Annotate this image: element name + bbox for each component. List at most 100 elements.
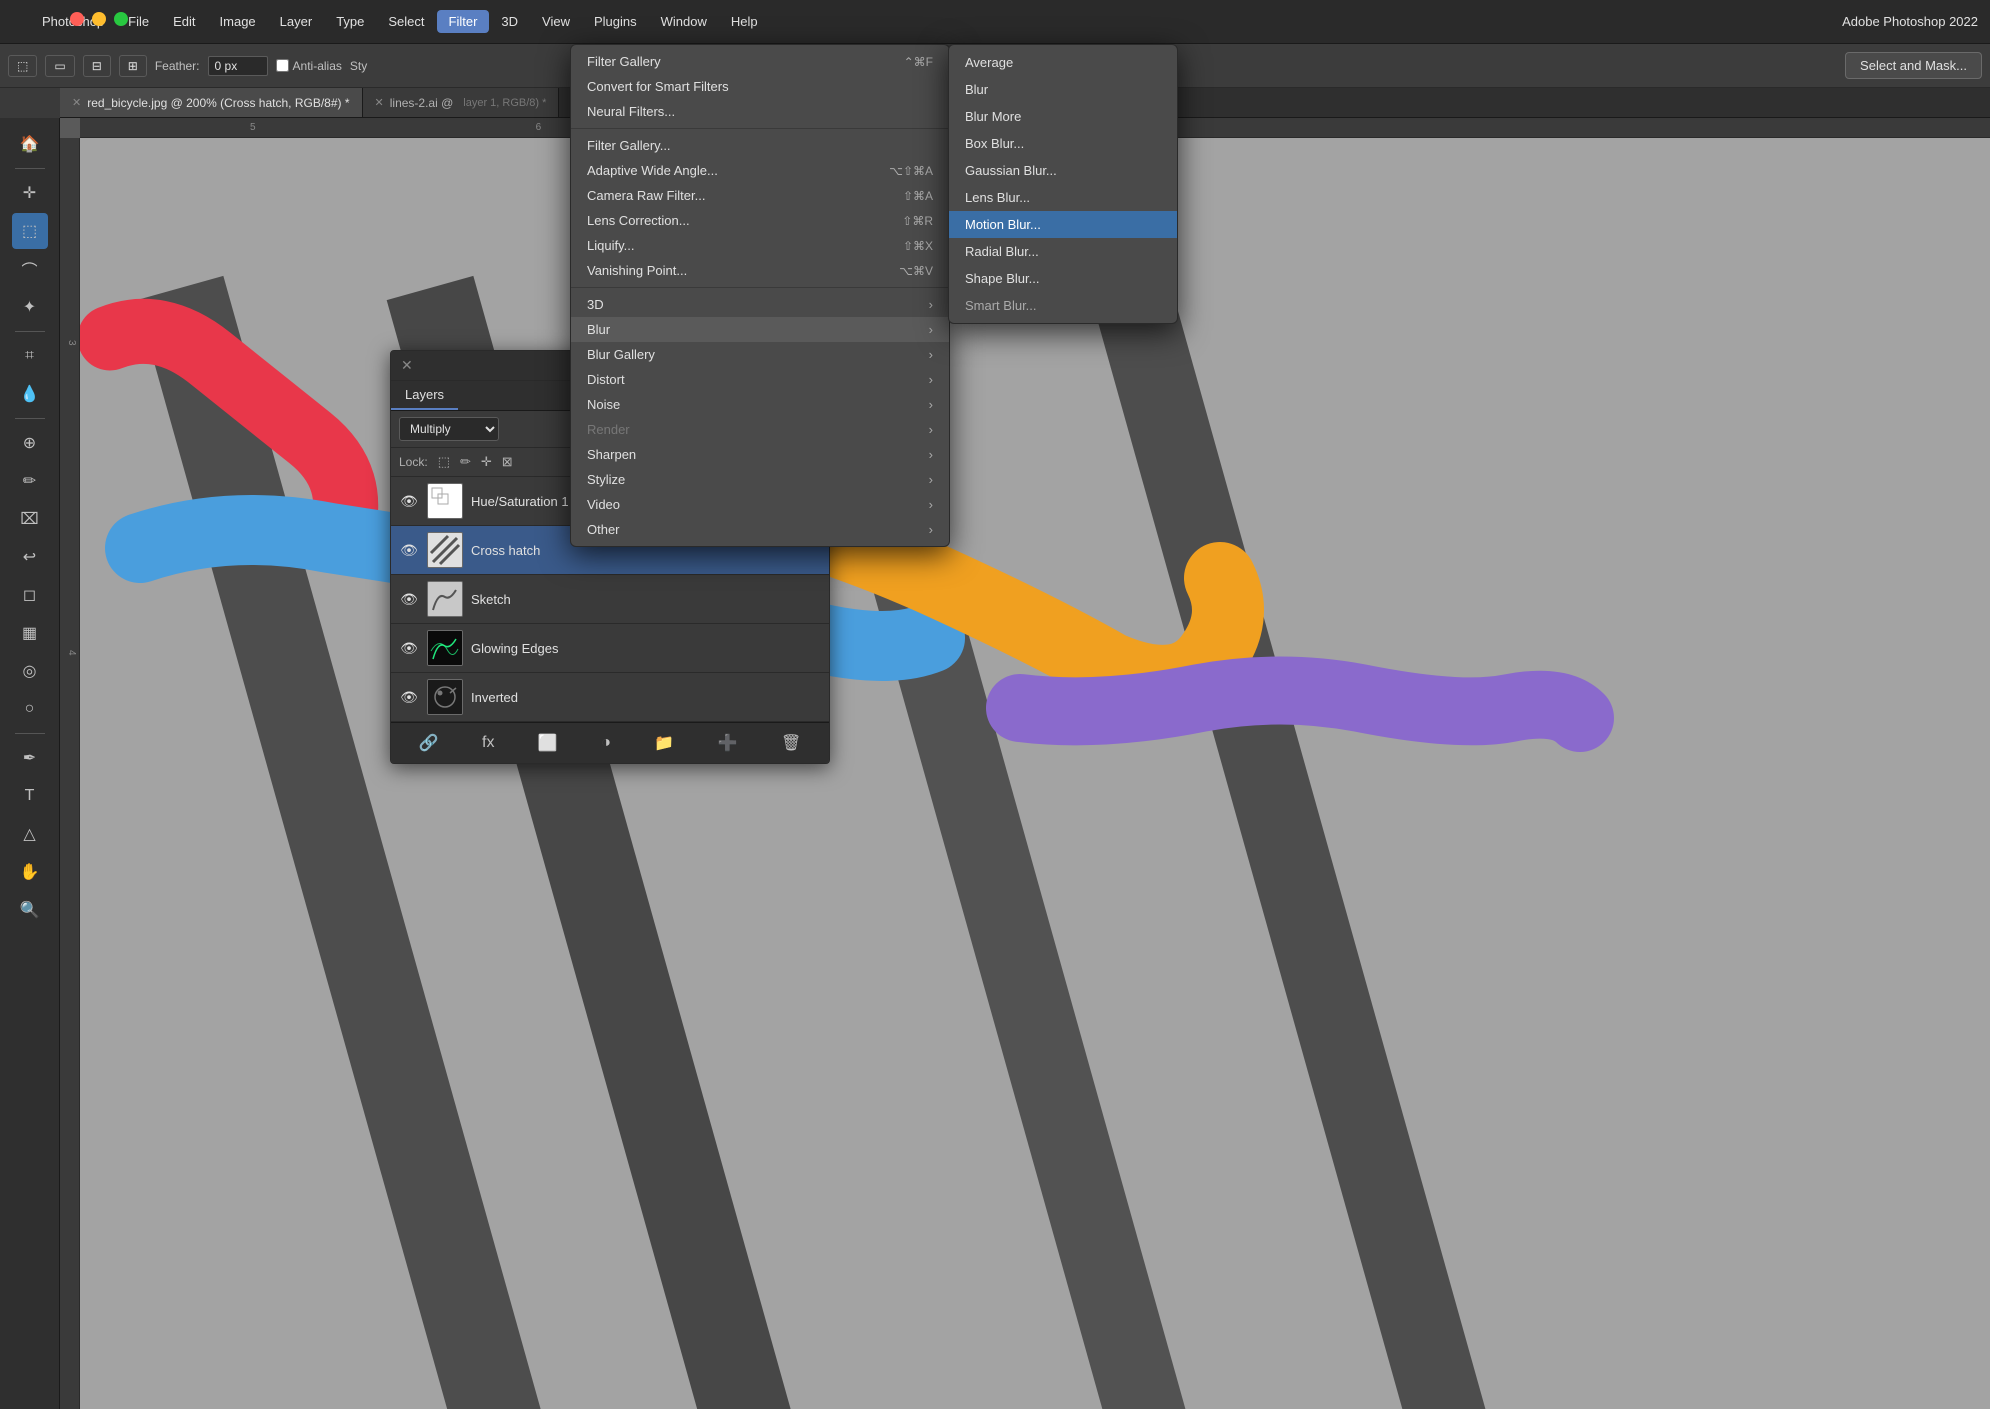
filter-menu-item-camera-raw[interactable]: Camera Raw Filter... ⇧⌘A xyxy=(571,183,949,208)
layers-close-button[interactable]: ✕ xyxy=(401,357,413,374)
filter-menu-item-liquify[interactable]: Liquify... ⇧⌘X xyxy=(571,233,949,258)
new-layer-button[interactable]: ➕ xyxy=(714,729,742,757)
blur-submenu-average[interactable]: Average xyxy=(949,49,1177,76)
menu-layer[interactable]: Layer xyxy=(268,10,325,33)
healing-tool[interactable]: ⊕ xyxy=(12,425,48,461)
blur-tool[interactable]: ◎ xyxy=(12,653,48,689)
blur-submenu-shape[interactable]: Shape Blur... xyxy=(949,265,1177,292)
layer-item-glowing-edges[interactable]: 👁 Glowing Edges xyxy=(391,624,829,673)
filter-menu-item-other[interactable]: Other › xyxy=(571,517,949,542)
adjustment-button[interactable]: ◑ xyxy=(597,730,615,756)
maximize-button[interactable] xyxy=(114,12,128,26)
blur-submenu-motion[interactable]: Motion Blur... xyxy=(949,211,1177,238)
lock-position-icon[interactable]: ✛ xyxy=(481,454,492,470)
mask-button[interactable]: ⬜ xyxy=(534,729,562,757)
filter-menu-item-distort[interactable]: Distort › xyxy=(571,367,949,392)
feather-input[interactable] xyxy=(208,56,268,76)
menu-help[interactable]: Help xyxy=(719,10,770,33)
menu-edit[interactable]: Edit xyxy=(161,10,207,33)
tab-lines[interactable]: ✕ lines-2.ai @ layer 1, RGB/8) * xyxy=(363,88,560,117)
layer-visibility-inverted[interactable]: 👁 xyxy=(399,689,419,706)
filter-menu-item-adaptive-wide[interactable]: Adaptive Wide Angle... ⌥⇧⌘A xyxy=(571,158,949,183)
left-toolbar: 🏠 ✛ ⬚ ⌒ ✦ ⌗ 💧 ⊕ ✏ ⌧ ↩ ◻ ▦ ◎ ○ ✒ T △ ✋ 🔍 xyxy=(0,118,60,1409)
filter-menu-item-filter-gallery[interactable]: Filter Gallery... xyxy=(571,133,949,158)
blend-mode-select[interactable]: Multiply xyxy=(399,417,499,441)
pen-tool[interactable]: ✒ xyxy=(12,740,48,776)
history-brush[interactable]: ↩ xyxy=(12,539,48,575)
hand-tool[interactable]: ✋ xyxy=(12,854,48,890)
brush-tool[interactable]: ✏ xyxy=(12,463,48,499)
tab-close-1[interactable]: ✕ xyxy=(72,96,81,109)
delete-layer-button[interactable]: 🗑 xyxy=(777,729,805,757)
layer-visibility-glowing-edges[interactable]: 👁 xyxy=(399,640,419,657)
layer-visibility-cross-hatch[interactable]: 👁 xyxy=(399,542,419,559)
home-tool[interactable]: 🏠 xyxy=(12,126,48,162)
blur-submenu-blur-more[interactable]: Blur More xyxy=(949,103,1177,130)
menu-plugins[interactable]: Plugins xyxy=(582,10,649,33)
clone-tool[interactable]: ⌧ xyxy=(12,501,48,537)
filter-menu-item-render[interactable]: Render › xyxy=(571,417,949,442)
blur-submenu-gaussian[interactable]: Gaussian Blur... xyxy=(949,157,1177,184)
select-mask-button[interactable]: Select and Mask... xyxy=(1845,52,1982,79)
blur-submenu-box-blur[interactable]: Box Blur... xyxy=(949,130,1177,157)
filter-menu-item-blur-gallery[interactable]: Blur Gallery › xyxy=(571,342,949,367)
blur-submenu-smart[interactable]: Smart Blur... xyxy=(949,292,1177,319)
shape-tool[interactable]: △ xyxy=(12,816,48,852)
lasso-tool[interactable]: ⌒ xyxy=(12,251,48,287)
filter-menu-item-blur[interactable]: Blur › xyxy=(571,317,949,342)
fx-button[interactable]: fx xyxy=(478,730,498,756)
eraser-tool[interactable]: ◻ xyxy=(12,577,48,613)
menu-3d[interactable]: 3D xyxy=(489,10,530,33)
menu-window[interactable]: Window xyxy=(649,10,719,33)
layers-tab-layers[interactable]: Layers xyxy=(391,381,458,410)
tool-intersect-btn[interactable]: ⊞ xyxy=(119,55,147,77)
minimize-button[interactable] xyxy=(92,12,106,26)
menu-filter[interactable]: Filter xyxy=(437,10,490,33)
blur-submenu-radial[interactable]: Radial Blur... xyxy=(949,238,1177,265)
layer-name-glowing-edges: Glowing Edges xyxy=(471,641,558,656)
crop-tool[interactable]: ⌗ xyxy=(12,338,48,374)
filter-menu-item-convert-smart[interactable]: Convert for Smart Filters xyxy=(571,74,949,99)
layer-item-inverted[interactable]: 👁 Inverted xyxy=(391,673,829,722)
menu-type[interactable]: Type xyxy=(324,10,376,33)
move-tool[interactable]: ✛ xyxy=(12,175,48,211)
anti-alias-checkbox[interactable] xyxy=(276,59,289,72)
filter-menu-item-video[interactable]: Video › xyxy=(571,492,949,517)
tool-shape-btn[interactable]: ⬚ xyxy=(8,55,37,77)
filter-menu-item-lens-correction[interactable]: Lens Correction... ⇧⌘R xyxy=(571,208,949,233)
eyedropper-tool[interactable]: 💧 xyxy=(12,376,48,412)
filter-menu-item-3d[interactable]: 3D › xyxy=(571,292,949,317)
filter-menu-item-noise[interactable]: Noise › xyxy=(571,392,949,417)
gradient-tool[interactable]: ▦ xyxy=(12,615,48,651)
blur-submenu-blur[interactable]: Blur xyxy=(949,76,1177,103)
filter-menu-item-sharpen[interactable]: Sharpen › xyxy=(571,442,949,467)
link-layers-button[interactable]: 🔗 xyxy=(415,729,443,757)
dodge-tool[interactable]: ○ xyxy=(12,691,48,727)
zoom-tool[interactable]: 🔍 xyxy=(12,892,48,928)
radial-blur-label: Radial Blur... xyxy=(965,244,1039,259)
tool-mode-btn[interactable]: ▭ xyxy=(45,55,74,77)
filter-menu-item-vanishing-point[interactable]: Vanishing Point... ⌥⌘V xyxy=(571,258,949,283)
menu-view[interactable]: View xyxy=(530,10,582,33)
layer-item-sketch[interactable]: 👁 Sketch xyxy=(391,575,829,624)
blur-submenu-lens[interactable]: Lens Blur... xyxy=(949,184,1177,211)
magic-wand-tool[interactable]: ✦ xyxy=(12,289,48,325)
close-button[interactable] xyxy=(70,12,84,26)
tool-subtract-btn[interactable]: ⊟ xyxy=(83,55,111,77)
lock-transparent-icon[interactable]: ⬚ xyxy=(438,454,450,470)
filter-menu: Filter Gallery ⌃⌘F Convert for Smart Fil… xyxy=(570,44,950,547)
text-tool[interactable]: T xyxy=(12,778,48,814)
group-button[interactable]: 📁 xyxy=(650,729,678,757)
filter-menu-item-stylize[interactable]: Stylize › xyxy=(571,467,949,492)
filter-menu-item-neural[interactable]: Neural Filters... xyxy=(571,99,949,124)
filter-menu-item-filter-gallery-top[interactable]: Filter Gallery ⌃⌘F xyxy=(571,49,949,74)
menu-select[interactable]: Select xyxy=(376,10,436,33)
layer-visibility-hue-sat[interactable]: 👁 xyxy=(399,493,419,510)
menu-image[interactable]: Image xyxy=(208,10,268,33)
lock-artboard-icon[interactable]: ⊠ xyxy=(502,454,513,470)
layer-visibility-sketch[interactable]: 👁 xyxy=(399,591,419,608)
tab-close-2[interactable]: ✕ xyxy=(375,96,384,109)
tab-red-bicycle[interactable]: ✕ red_bicycle.jpg @ 200% (Cross hatch, R… xyxy=(60,88,363,117)
marquee-tool[interactable]: ⬚ xyxy=(12,213,48,249)
lock-paint-icon[interactable]: ✏ xyxy=(460,454,471,470)
